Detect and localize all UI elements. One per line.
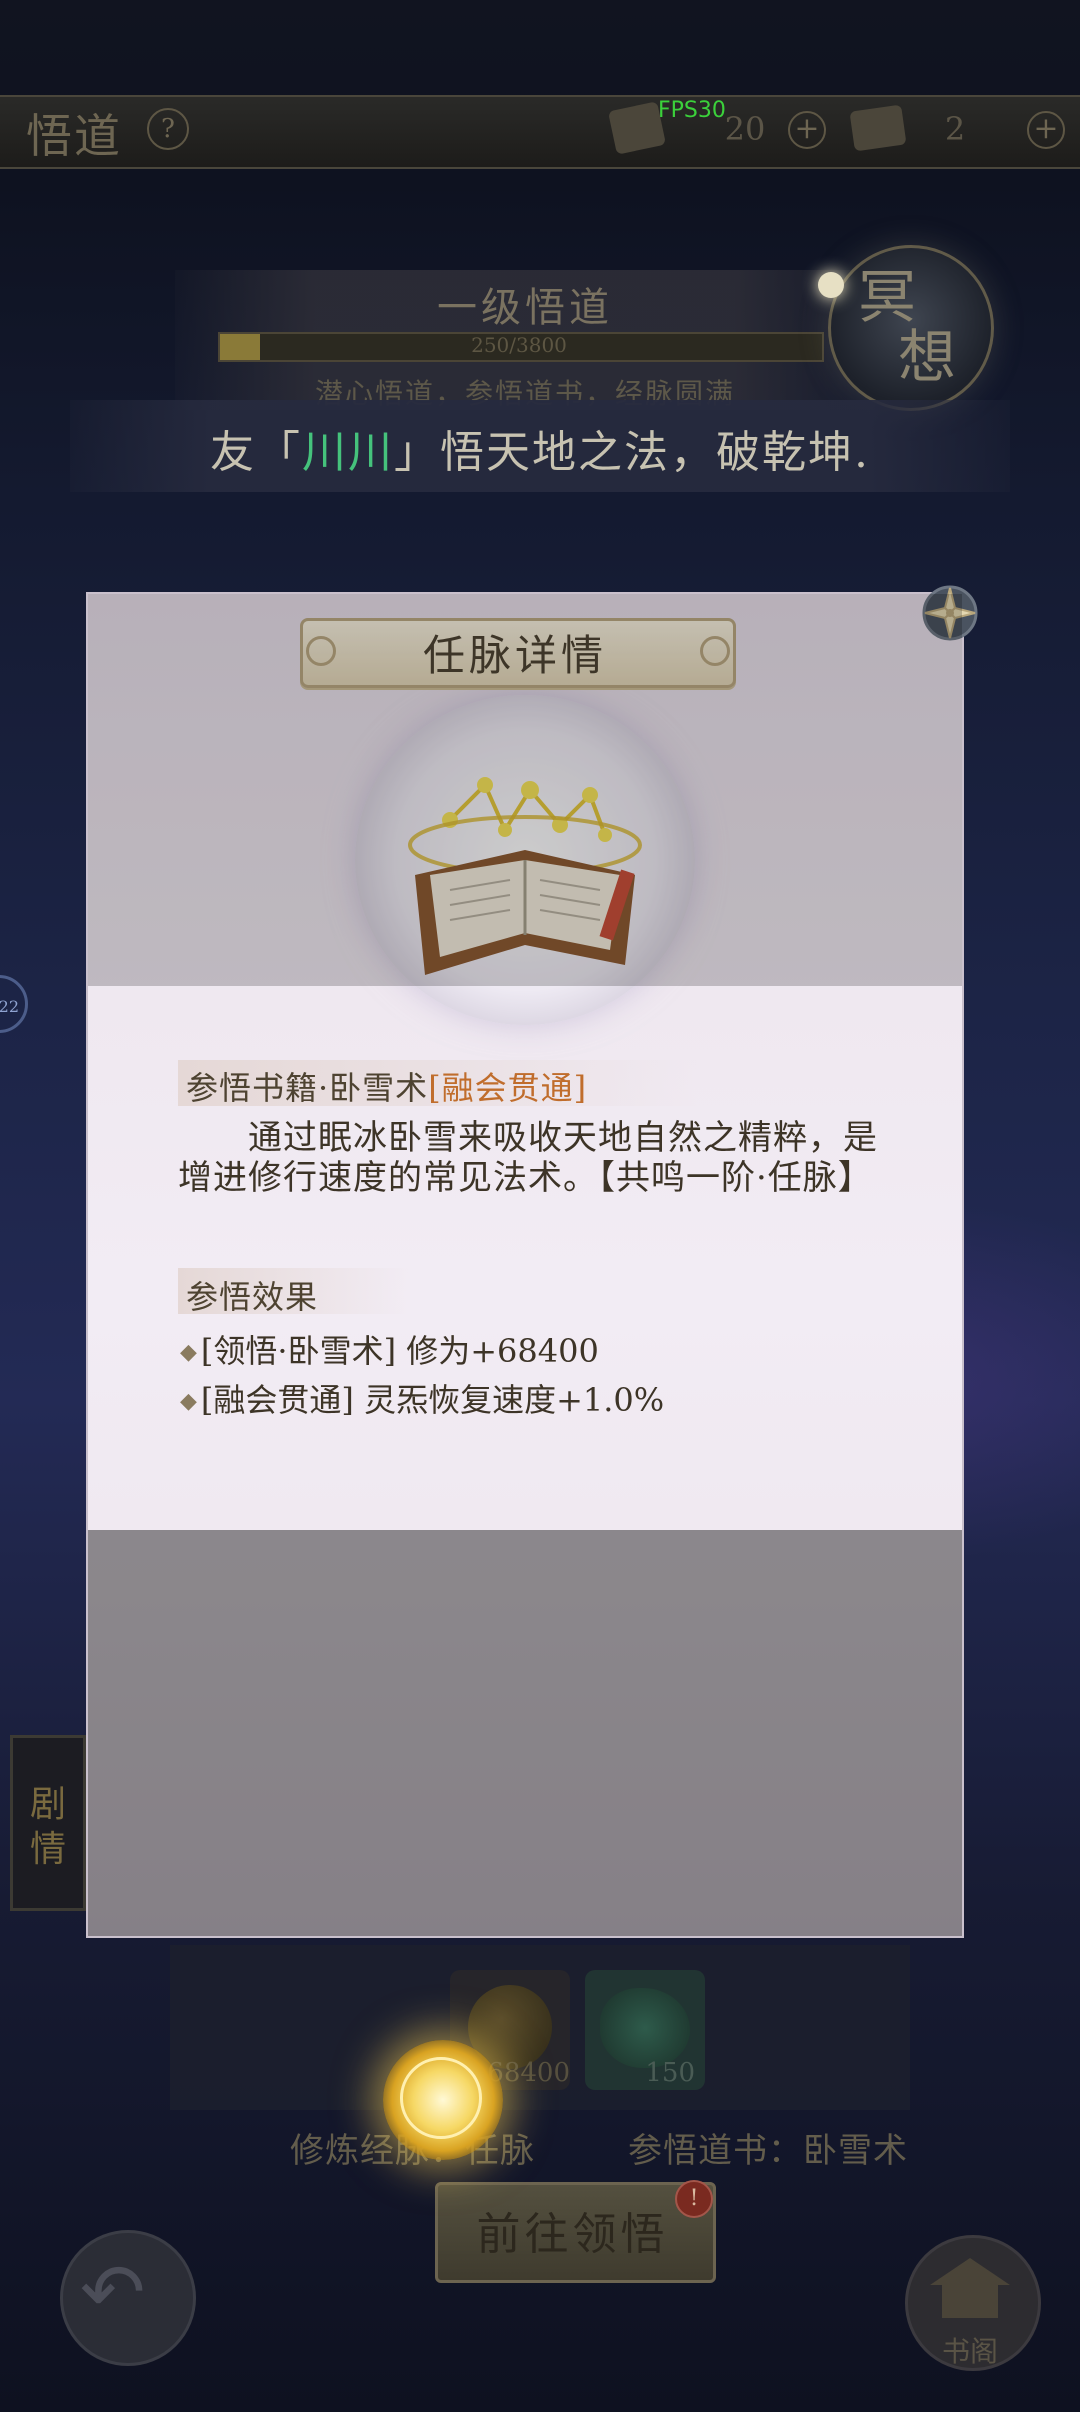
- effect-text: [融会贯通] 灵炁恢复速度+1.0%: [200, 1381, 665, 1419]
- book-name: 参悟书籍·卧雪术: [186, 1069, 429, 1107]
- moon-icon: [818, 272, 844, 298]
- notification-badge: !: [675, 2180, 713, 2218]
- fps-counter: FPS30: [658, 98, 726, 123]
- diamond-bullet-icon: ◆: [180, 1340, 197, 1365]
- add-resource-1-button[interactable]: +: [788, 111, 826, 149]
- help-icon[interactable]: ?: [147, 108, 189, 150]
- resource-2-value: 2: [944, 110, 966, 148]
- modal-dim-overlay-top: [88, 594, 962, 986]
- goto-comprehend-label: 前往领悟: [476, 2209, 669, 2260]
- announcement-suffix: 」悟天地之法，破乾坤.: [394, 427, 870, 478]
- book-mastery-tag: [融会贯通]: [428, 1069, 588, 1107]
- announcement-player-name: 川川: [302, 427, 394, 478]
- page-title: 悟道: [26, 109, 122, 163]
- announcement-prefix: 友「: [210, 427, 302, 478]
- story-tab-char-2: 情: [30, 1829, 67, 1870]
- book-description: 通过眠冰卧雪来吸收天地自然之精粹，是增进修行速度的常见法术。【共鸣一阶·任脉】: [178, 1118, 878, 1198]
- spirit-energy-icon: [600, 1988, 690, 2068]
- effect-text: [领悟·卧雪术] 修为+68400: [200, 1332, 599, 1370]
- study-book-label: 参悟道书：卧雪术: [628, 2131, 908, 2171]
- level-title: 一级悟道: [437, 285, 613, 331]
- effect-line: ◆ [领悟·卧雪术] 修为+68400: [180, 1326, 599, 1372]
- effect-line: ◆ [融会贯通] 灵炁恢复速度+1.0%: [180, 1375, 664, 1421]
- add-resource-2-button[interactable]: +: [1027, 111, 1065, 149]
- announcement-text: 友「川川」悟天地之法，破乾坤.: [70, 416, 1010, 480]
- diamond-bullet-icon: ◆: [180, 1389, 197, 1414]
- library-label: 书阁: [941, 2335, 998, 2368]
- level-progress-text: 250/3800: [471, 333, 567, 357]
- book-title: 参悟书籍·卧雪术[融会贯通]: [186, 1063, 587, 1109]
- book-resource-icon: [849, 104, 907, 152]
- reward-item-2-count: 150: [645, 2058, 695, 2088]
- effects-heading: 参悟效果: [186, 1278, 319, 1316]
- meditate-label-char-2: 想: [898, 323, 957, 391]
- modal-dim-overlay-bottom: [88, 1530, 962, 1936]
- back-arrow-icon: ↶: [80, 2248, 146, 2338]
- golden-orb-ring-icon: [400, 2057, 482, 2139]
